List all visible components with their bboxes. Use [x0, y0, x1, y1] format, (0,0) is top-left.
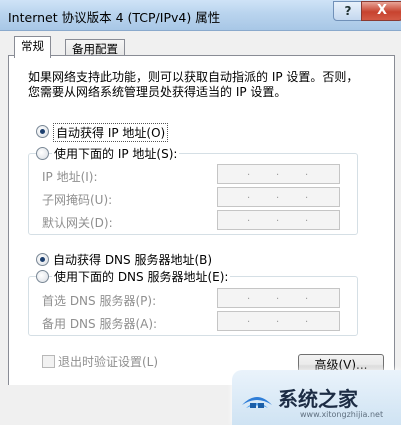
close-button[interactable]: X — [361, 1, 401, 21]
ip-address-label: IP 地址(I): — [42, 170, 98, 184]
alternate-dns-label: 备用 DNS 服务器(A): — [42, 317, 158, 331]
window-title: Internet 协议版本 4 (TCP/IPv4) 属性 — [8, 10, 221, 25]
watermark-url: www.xitongzhijia.net — [300, 410, 384, 419]
subnet-mask-label: 子网掩码(U): — [42, 193, 113, 207]
auto-ip-label[interactable]: 自动获得 IP 地址(O) — [53, 123, 169, 142]
watermark-logo-icon — [242, 397, 272, 408]
validate-on-exit-checkbox[interactable] — [42, 355, 55, 368]
auto-dns-radio[interactable] — [36, 253, 49, 266]
description-line-2: 您需要从网络系统管理员处获得适当的 IP 设置。 — [28, 85, 287, 99]
manual-dns-radio[interactable] — [36, 270, 49, 283]
tab-general[interactable]: 常规 — [14, 36, 51, 58]
preferred-dns-field[interactable]: ... — [217, 288, 340, 308]
manual-dns-label[interactable]: 使用下面的 DNS 服务器地址(E): — [52, 268, 231, 285]
auto-ip-radio[interactable] — [36, 125, 49, 138]
ip-address-field[interactable]: ... — [217, 164, 340, 184]
default-gateway-label: 默认网关(D): — [42, 216, 113, 230]
default-gateway-field[interactable]: ... — [217, 210, 340, 230]
auto-dns-label[interactable]: 自动获得 DNS 服务器地址(B) — [53, 251, 212, 268]
preferred-dns-label: 首选 DNS 服务器(P): — [42, 294, 157, 308]
subnet-mask-field[interactable]: ... — [217, 187, 340, 207]
alternate-dns-field[interactable]: ... — [217, 311, 340, 331]
help-button[interactable]: ? — [333, 1, 363, 21]
manual-ip-radio[interactable] — [36, 147, 49, 160]
manual-ip-label[interactable]: 使用下面的 IP 地址(S): — [52, 145, 180, 162]
validate-on-exit-label: 退出时验证设置(L) — [58, 355, 159, 369]
watermark-text: 系统之家 — [278, 387, 358, 411]
